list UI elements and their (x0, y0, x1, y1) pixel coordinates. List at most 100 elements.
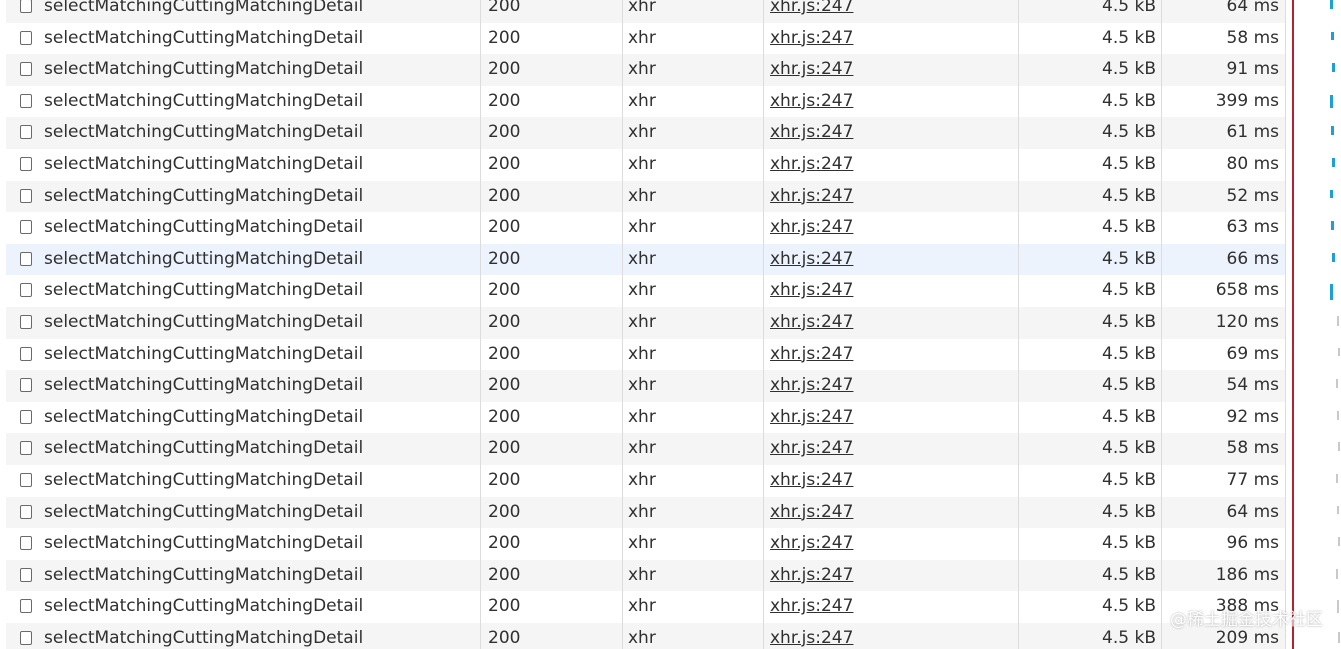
request-name[interactable]: selectMatchingCuttingMatchingDetail (44, 244, 480, 276)
request-name[interactable]: selectMatchingCuttingMatchingDetail (44, 339, 480, 371)
request-name[interactable]: selectMatchingCuttingMatchingDetail (44, 402, 480, 434)
request-type-icon (20, 378, 32, 393)
request-name[interactable]: selectMatchingCuttingMatchingDetail (44, 181, 480, 213)
request-type: xhr (628, 217, 656, 238)
request-name[interactable]: selectMatchingCuttingMatchingDetail (44, 86, 480, 118)
request-type: xhr (628, 375, 656, 396)
request-name[interactable]: selectMatchingCuttingMatchingDetail (44, 275, 480, 307)
table-row[interactable]: selectMatchingCuttingMatchingDetail 200 xh… (6, 370, 1285, 402)
column-divider-name[interactable] (480, 0, 481, 649)
request-name[interactable]: selectMatchingCuttingMatchingDetail (44, 497, 480, 529)
column-divider-type[interactable] (763, 0, 764, 649)
request-status: 200 (488, 375, 521, 396)
request-name[interactable]: selectMatchingCuttingMatchingDetail (44, 591, 480, 623)
initiator-link[interactable]: xhr.js:247 (770, 628, 853, 648)
table-row[interactable]: selectMatchingCuttingMatchingDetail 200 xh… (6, 591, 1285, 623)
table-row[interactable]: selectMatchingCuttingMatchingDetail 200 xh… (6, 306, 1285, 339)
initiator-link[interactable]: xhr.js:247 (770, 375, 853, 395)
table-row[interactable]: selectMatchingCuttingMatchingDetail 200 xh… (6, 465, 1285, 497)
initiator-link[interactable]: xhr.js:247 (770, 533, 853, 553)
request-type-icon (20, 472, 32, 487)
table-row[interactable]: selectMatchingCuttingMatchingDetail 200 xh… (6, 275, 1285, 307)
table-row[interactable]: selectMatchingCuttingMatchingDetail 200 xh… (6, 528, 1285, 560)
request-name[interactable]: selectMatchingCuttingMatchingDetail (44, 560, 480, 592)
request-name[interactable]: selectMatchingCuttingMatchingDetail (44, 23, 480, 55)
request-time: 66 ms (1226, 248, 1279, 269)
table-row[interactable]: selectMatchingCuttingMatchingDetail 200 xh… (6, 54, 1285, 86)
request-size: 4.5 kB (1102, 0, 1156, 16)
initiator-link[interactable]: xhr.js:247 (770, 470, 853, 490)
initiator-link[interactable]: xhr.js:247 (770, 565, 853, 585)
request-type: xhr (628, 27, 656, 48)
request-initiator: xhr.js:247 (770, 117, 1010, 149)
column-divider-status[interactable] (622, 0, 623, 649)
column-divider-size[interactable] (1161, 0, 1162, 649)
waterfall-bar (1338, 442, 1340, 452)
table-row[interactable]: selectMatchingCuttingMatchingDetail 200 xh… (6, 0, 1285, 23)
request-type: xhr (628, 533, 656, 554)
request-type: xhr (628, 469, 656, 490)
initiator-link[interactable]: xhr.js:247 (770, 122, 853, 142)
request-name[interactable]: selectMatchingCuttingMatchingDetail (44, 465, 480, 497)
request-type-icon (20, 504, 32, 519)
initiator-link[interactable]: xhr.js:247 (770, 28, 853, 48)
request-name[interactable]: selectMatchingCuttingMatchingDetail (44, 212, 480, 244)
request-type-icon (20, 125, 32, 140)
request-initiator: xhr.js:247 (770, 465, 1010, 497)
request-size: 4.5 kB (1102, 469, 1156, 490)
request-name[interactable]: selectMatchingCuttingMatchingDetail (44, 54, 480, 86)
table-row[interactable]: selectMatchingCuttingMatchingDetail 200 xh… (6, 86, 1285, 118)
request-name[interactable]: selectMatchingCuttingMatchingDetail (44, 370, 480, 402)
request-initiator: xhr.js:247 (770, 86, 1010, 118)
waterfall-bar (1338, 347, 1340, 357)
initiator-link[interactable]: xhr.js:247 (770, 59, 853, 79)
initiator-link[interactable]: xhr.js:247 (770, 217, 853, 237)
request-type-icon (20, 156, 32, 171)
table-row[interactable]: selectMatchingCuttingMatchingDetail 200 xh… (6, 243, 1285, 276)
request-type: xhr (628, 438, 656, 459)
table-row[interactable]: selectMatchingCuttingMatchingDetail 200 xh… (6, 149, 1285, 181)
request-name[interactable]: selectMatchingCuttingMatchingDetail (44, 623, 480, 649)
request-name[interactable]: selectMatchingCuttingMatchingDetail (44, 307, 480, 339)
initiator-link[interactable]: xhr.js:247 (770, 502, 853, 522)
request-size: 4.5 kB (1102, 627, 1156, 648)
table-row[interactable]: selectMatchingCuttingMatchingDetail 200 xh… (6, 402, 1285, 434)
initiator-link[interactable]: xhr.js:247 (770, 312, 853, 332)
request-name[interactable]: selectMatchingCuttingMatchingDetail (44, 149, 480, 181)
request-status: 200 (488, 217, 521, 238)
initiator-link[interactable]: xhr.js:247 (770, 91, 853, 111)
initiator-link[interactable]: xhr.js:247 (770, 186, 853, 206)
request-name[interactable]: selectMatchingCuttingMatchingDetail (44, 433, 480, 465)
request-name[interactable]: selectMatchingCuttingMatchingDetail (44, 528, 480, 560)
table-row[interactable]: selectMatchingCuttingMatchingDetail 200 xh… (6, 212, 1285, 244)
request-type-icon (20, 567, 32, 582)
request-type-icon (20, 188, 32, 203)
initiator-link[interactable]: xhr.js:247 (770, 154, 853, 174)
table-row[interactable]: selectMatchingCuttingMatchingDetail 200 xh… (6, 496, 1285, 529)
table-row[interactable]: selectMatchingCuttingMatchingDetail 200 xh… (6, 559, 1285, 592)
request-initiator: xhr.js:247 (770, 560, 1010, 592)
table-row[interactable]: selectMatchingCuttingMatchingDetail 200 xh… (6, 622, 1285, 649)
request-status: 200 (488, 153, 521, 174)
initiator-link[interactable]: xhr.js:247 (770, 0, 853, 16)
initiator-link[interactable]: xhr.js:247 (770, 407, 853, 427)
table-row[interactable]: selectMatchingCuttingMatchingDetail 200 xh… (6, 433, 1285, 465)
request-type: xhr (628, 248, 656, 269)
request-time: 399 ms (1215, 90, 1279, 111)
request-initiator: xhr.js:247 (770, 623, 1010, 649)
request-time: 63 ms (1226, 217, 1279, 238)
initiator-link[interactable]: xhr.js:247 (770, 596, 853, 616)
table-row[interactable]: selectMatchingCuttingMatchingDetail 200 xh… (6, 339, 1285, 371)
table-row[interactable]: selectMatchingCuttingMatchingDetail 200 xh… (6, 23, 1285, 55)
initiator-link[interactable]: xhr.js:247 (770, 344, 853, 364)
initiator-link[interactable]: xhr.js:247 (770, 280, 853, 300)
column-divider-initiator[interactable] (1018, 0, 1019, 649)
table-row[interactable]: selectMatchingCuttingMatchingDetail 200 xh… (6, 180, 1285, 213)
request-time: 80 ms (1226, 153, 1279, 174)
table-row[interactable]: selectMatchingCuttingMatchingDetail 200 xh… (6, 117, 1285, 149)
request-name[interactable]: selectMatchingCuttingMatchingDetail (44, 0, 480, 23)
request-status: 200 (488, 627, 521, 648)
request-name[interactable]: selectMatchingCuttingMatchingDetail (44, 117, 480, 149)
initiator-link[interactable]: xhr.js:247 (770, 249, 853, 269)
initiator-link[interactable]: xhr.js:247 (770, 438, 853, 458)
